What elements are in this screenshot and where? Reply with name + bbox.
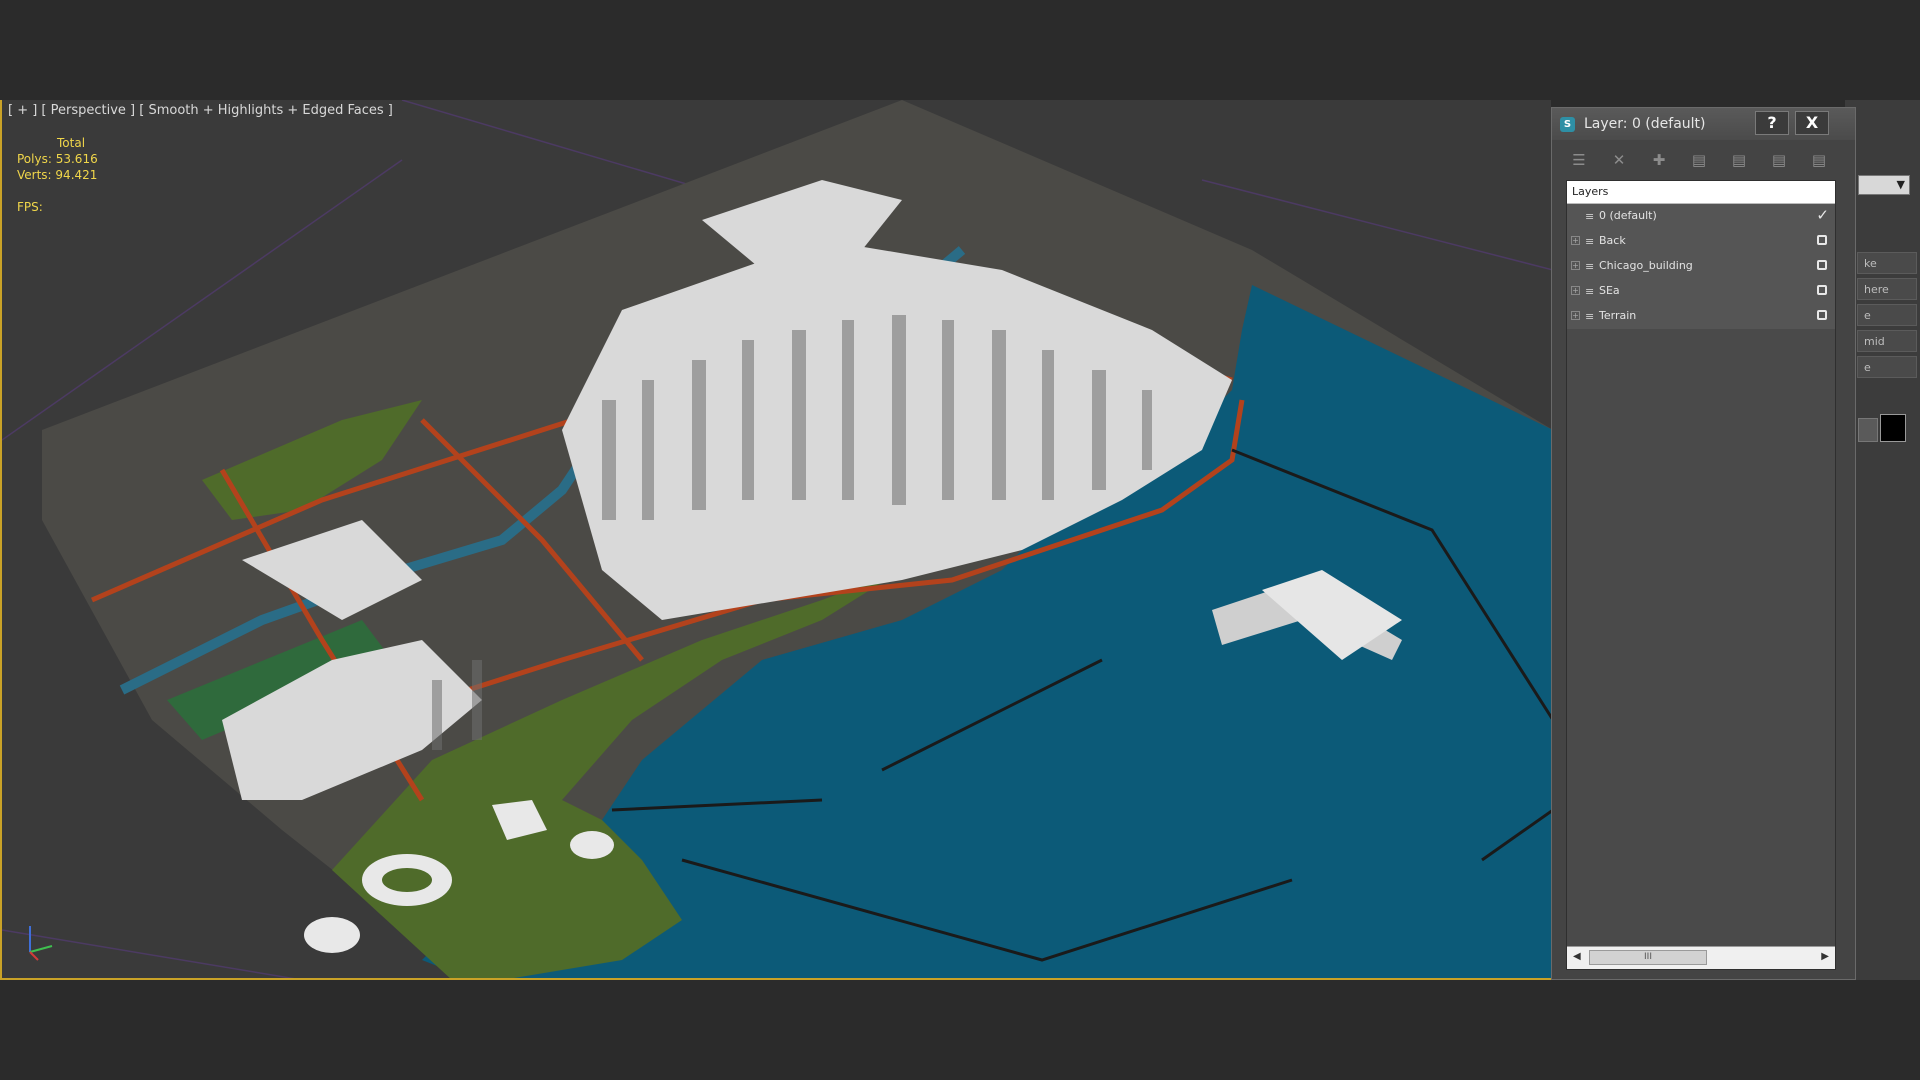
perspective-viewport[interactable]: [ + ] [ Perspective ] [ Smooth + Highlig… [0, 100, 1551, 980]
create-layer-icon[interactable]: ☰ [1566, 148, 1592, 172]
layer-icon: ≡ [1585, 260, 1595, 273]
viewport-label[interactable]: [ + ] [ Perspective ] [ Smooth + Highlig… [8, 103, 393, 118]
panel-button-4[interactable]: mid [1857, 330, 1917, 352]
hide-all-layers-icon[interactable]: ▤ [1766, 148, 1792, 172]
command-panel: ke here e mid e [1845, 100, 1920, 980]
layer-icon: ≡ [1585, 285, 1595, 298]
current-layer-toggle[interactable] [1817, 285, 1827, 295]
layer-row[interactable]: + ≡ Terrain [1567, 304, 1835, 329]
statistics-overlay: Total Polys: 53.616 Verts: 94.421 [17, 135, 98, 183]
panel-button-3[interactable]: e [1857, 304, 1917, 326]
verts-label: Verts: [17, 168, 52, 182]
panel-dropdown[interactable]: ▼ [1858, 175, 1910, 195]
layer-icon: ≡ [1585, 310, 1595, 323]
layer-name: SEa [1599, 284, 1620, 297]
select-layer-objects-icon[interactable]: ▤ [1686, 148, 1712, 172]
dialog-title: Layer: 0 (default) [1584, 116, 1706, 132]
panel-color-swatch[interactable] [1858, 418, 1878, 442]
panel-button-2[interactable]: here [1857, 278, 1917, 300]
scroll-left-icon[interactable]: ◀ [1573, 951, 1581, 962]
close-button[interactable]: X [1795, 111, 1829, 135]
layer-toolbar: ☰ ✕ ✚ ▤ ▤ ▤ ▤ [1564, 146, 1842, 174]
chevron-down-icon: ▼ [1896, 178, 1905, 191]
polys-label: Polys: [17, 152, 52, 166]
dialog-titlebar[interactable]: S Layer: 0 (default) ? X [1552, 108, 1855, 140]
layer-icon: ≡ [1585, 210, 1595, 223]
freeze-all-layers-icon[interactable]: ▤ [1806, 148, 1832, 172]
checkmark-icon[interactable]: ✓ [1816, 206, 1829, 224]
layer-icon: ≡ [1585, 235, 1595, 248]
layer-list[interactable]: Layers ≡ 0 (default) ✓ + ≡ Back + ≡ Chic… [1566, 180, 1836, 970]
app-logo-icon: S [1560, 117, 1575, 132]
arena [304, 917, 360, 953]
stadium-field [382, 868, 432, 892]
horizontal-scrollbar[interactable]: ◀ III ▶ [1567, 946, 1835, 969]
layer-row[interactable]: + ≡ Back [1567, 229, 1835, 254]
panel-button-1[interactable]: ke [1857, 252, 1917, 274]
fps-label: FPS: [17, 200, 43, 214]
expand-icon[interactable]: + [1571, 311, 1580, 320]
layer-name: Back [1599, 234, 1626, 247]
layer-row[interactable]: + ≡ SEa [1567, 279, 1835, 304]
verts-value: 94.421 [55, 168, 98, 182]
layer-row[interactable]: + ≡ Chicago_building [1567, 254, 1835, 279]
highlight-layer-icon[interactable]: ▤ [1726, 148, 1752, 172]
polys-row: Polys: 53.616 [17, 151, 98, 167]
verts-row: Verts: 94.421 [17, 167, 98, 183]
layer-name: Chicago_building [1599, 259, 1693, 272]
current-layer-toggle[interactable] [1817, 260, 1827, 270]
current-layer-toggle[interactable] [1817, 235, 1827, 245]
delete-layer-icon[interactable]: ✕ [1606, 148, 1632, 172]
expand-icon[interactable]: + [1571, 286, 1580, 295]
object-color-swatch[interactable] [1880, 414, 1906, 442]
city-scene[interactable] [2, 100, 1551, 980]
scroll-right-icon[interactable]: ▶ [1821, 951, 1829, 962]
layer-dialog: S Layer: 0 (default) ? X ☰ ✕ ✚ ▤ ▤ ▤ ▤ L… [1551, 107, 1856, 980]
scroll-thumb[interactable]: III [1589, 950, 1707, 965]
expand-icon[interactable]: + [1571, 261, 1580, 270]
axis-gizmo-icon [29, 926, 53, 961]
layer-name: 0 (default) [1599, 209, 1657, 222]
layer-name: Terrain [1599, 309, 1637, 322]
stats-header: Total [57, 136, 86, 150]
polys-value: 53.616 [55, 152, 98, 166]
planetarium [570, 831, 614, 859]
layer-row[interactable]: ≡ 0 (default) ✓ [1567, 204, 1835, 229]
expand-icon[interactable]: + [1571, 236, 1580, 245]
panel-button-5[interactable]: e [1857, 356, 1917, 378]
list-header[interactable]: Layers [1567, 181, 1835, 204]
help-button[interactable]: ? [1755, 111, 1789, 135]
current-layer-toggle[interactable] [1817, 310, 1827, 320]
add-to-layer-icon[interactable]: ✚ [1646, 148, 1672, 172]
